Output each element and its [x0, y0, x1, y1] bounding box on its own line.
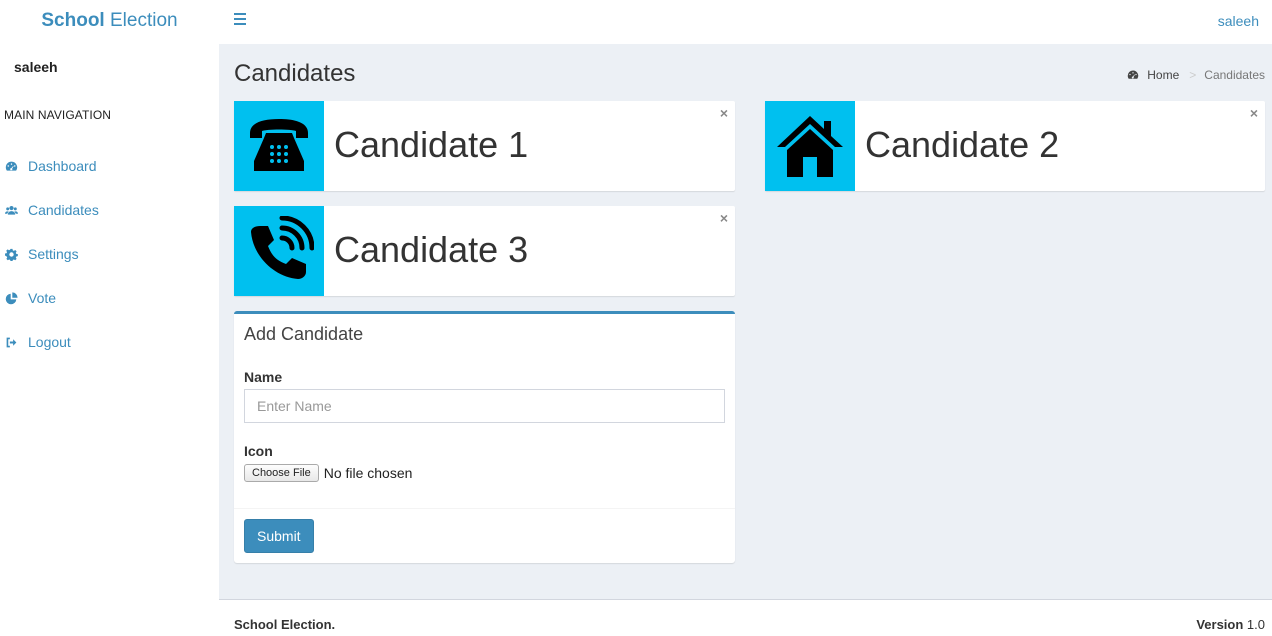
form-title: Add Candidate	[244, 324, 364, 344]
version-label: Version	[1196, 617, 1244, 632]
telephone-icon	[234, 101, 324, 191]
icon-label: Icon	[244, 443, 273, 459]
version-number: 1.0	[1246, 617, 1265, 632]
sidebar-item-candidates[interactable]: Candidates	[0, 188, 219, 232]
sidebar-item-vote[interactable]: Vote	[0, 276, 219, 320]
menu-toggle-icon[interactable]	[234, 13, 247, 27]
logo-light-text: Election	[110, 10, 178, 31]
candidate-name: Candidate 1	[334, 124, 529, 165]
submit-button[interactable]: Submit	[244, 519, 314, 553]
add-candidate-form: Add Candidate Name Icon Choose File No f…	[234, 311, 735, 563]
gear-icon	[4, 247, 18, 261]
sidebar-item-logout[interactable]: Logout	[0, 320, 219, 364]
candidate-card: Candidate 2 ×	[765, 101, 1265, 191]
sidebar-item-settings[interactable]: Settings	[0, 232, 219, 276]
footer-version: Version 1.0	[1196, 617, 1265, 632]
content-wrapper: Candidates Home > Candidates Candidate 1…	[219, 44, 1272, 599]
page-title: Candidates	[234, 60, 356, 87]
close-icon[interactable]: ×	[720, 105, 728, 121]
phone-call-icon	[234, 206, 324, 296]
sidebar-item-label: Candidates	[28, 202, 99, 218]
sign-out-icon	[4, 335, 18, 349]
pie-chart-icon	[4, 291, 18, 305]
nav-header: MAIN NAVIGATION	[4, 108, 112, 122]
dashboard-icon	[4, 159, 18, 173]
breadcrumb-home[interactable]: Home	[1127, 68, 1179, 82]
app-logo[interactable]: School Election	[0, 0, 219, 44]
candidate-card: Candidate 3 ×	[234, 206, 735, 296]
candidate-name: Candidate 3	[334, 229, 529, 270]
user-menu[interactable]: saleeh	[1218, 13, 1259, 29]
sidebar-item-label: Logout	[28, 334, 71, 350]
candidate-card: Candidate 1 ×	[234, 101, 735, 191]
breadcrumb-separator: >	[1189, 68, 1197, 82]
page-footer: School Election. Version 1.0	[219, 599, 1272, 636]
candidate-name: Candidate 2	[865, 124, 1060, 165]
name-input[interactable]	[244, 389, 725, 423]
users-icon	[4, 203, 18, 217]
sidebar-user-name: saleeh	[14, 59, 58, 75]
home-icon	[765, 101, 855, 191]
name-label: Name	[244, 369, 283, 385]
breadcrumb-home-label: Home	[1147, 68, 1180, 82]
close-icon[interactable]: ×	[720, 210, 728, 226]
top-navbar: saleeh	[219, 0, 1272, 44]
footer-brand: School Election.	[234, 617, 336, 632]
sidebar-item-label: Settings	[28, 246, 79, 262]
breadcrumb: Home > Candidates	[1127, 68, 1265, 82]
choose-file-button[interactable]: Choose File	[244, 464, 319, 482]
form-footer: Submit	[234, 508, 735, 563]
logo-bold-text: School	[41, 10, 105, 31]
sidebar-item-label: Vote	[28, 290, 57, 306]
dashboard-icon	[1128, 70, 1139, 79]
close-icon[interactable]: ×	[1250, 105, 1258, 121]
file-input: Choose File No file chosen	[244, 464, 412, 482]
sidebar-item-dashboard[interactable]: Dashboard	[0, 144, 219, 188]
main-navigation: Dashboard Candidates Settings Vote Logou…	[0, 144, 219, 364]
sidebar: School Election saleeh MAIN NAVIGATION D…	[0, 0, 219, 636]
file-status: No file chosen	[323, 465, 413, 481]
sidebar-item-label: Dashboard	[28, 158, 97, 174]
breadcrumb-current: Candidates	[1204, 68, 1265, 82]
